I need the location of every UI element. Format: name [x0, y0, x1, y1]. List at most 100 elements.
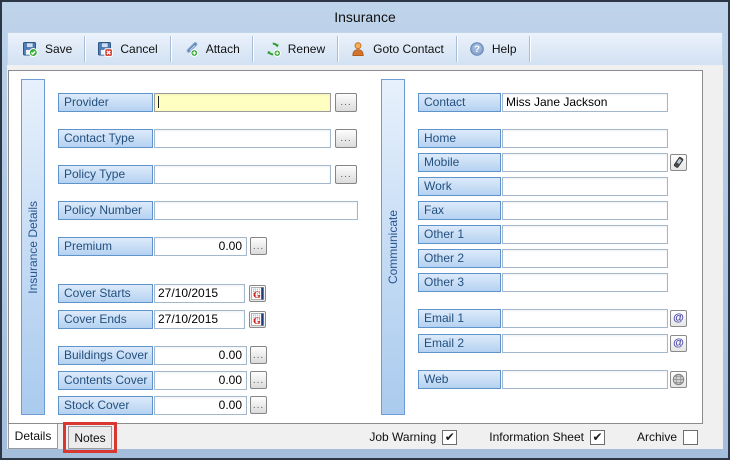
policy-type-input[interactable]: [154, 165, 331, 184]
insurance-details-group-tab: Insurance Details: [21, 79, 45, 415]
checkmark-icon: ✔: [444, 430, 455, 444]
renew-button[interactable]: Renew: [255, 35, 335, 63]
help-label: Help: [491, 42, 517, 56]
toolbar-separator: [169, 36, 171, 62]
mobile-dial-button[interactable]: [670, 154, 687, 171]
contact-label: Contact: [418, 93, 501, 112]
toolbar: Save Cancel Attach Renew Goto Contact ? …: [7, 32, 723, 66]
save-button[interactable]: Save: [12, 35, 82, 63]
cover-starts-calendar-button[interactable]: G: [249, 285, 266, 302]
policy-number-label: Policy Number: [58, 201, 153, 220]
titlebar: Insurance: [2, 2, 728, 32]
email1-send-button[interactable]: @: [670, 310, 687, 327]
policy-type-browse-button[interactable]: ...: [335, 165, 357, 184]
calendar-icon: G: [251, 287, 264, 300]
attach-button[interactable]: Attach: [173, 35, 250, 63]
provider-browse-button[interactable]: ...: [335, 93, 357, 112]
email2-send-button[interactable]: @: [670, 335, 687, 352]
footer-checkbox-row: Job Warning ✔ Information Sheet ✔ Archiv…: [369, 429, 698, 445]
policy-number-input[interactable]: [154, 201, 358, 220]
other2-label: Other 2: [418, 249, 501, 268]
home-label: Home: [418, 129, 501, 148]
premium-label: Premium: [58, 237, 153, 256]
email2-input[interactable]: [502, 334, 668, 353]
checkmark-icon: ✔: [592, 430, 603, 444]
policy-type-label: Policy Type: [58, 165, 153, 184]
toolbar-separator: [337, 36, 339, 62]
web-input[interactable]: [502, 370, 668, 389]
contact-input[interactable]: Miss Jane Jackson: [502, 93, 668, 112]
other3-label: Other 3: [418, 273, 501, 292]
job-warning-label: Job Warning: [369, 430, 437, 444]
help-question-icon: ?: [469, 41, 485, 57]
mobile-input[interactable]: [502, 153, 668, 172]
svg-text:G: G: [253, 317, 261, 326]
toolbar-separator: [528, 36, 530, 62]
contact-type-input[interactable]: [154, 129, 331, 148]
email1-input[interactable]: [502, 309, 668, 328]
other3-input[interactable]: [502, 273, 668, 292]
provider-input[interactable]: [154, 93, 331, 112]
cancel-button[interactable]: Cancel: [87, 35, 167, 63]
contents-cover-input[interactable]: 0.00: [154, 371, 247, 390]
other1-input[interactable]: [502, 225, 668, 244]
details-page-panel: Insurance Details Provider ... Contact T…: [8, 70, 703, 424]
communicate-group-title: Communicate: [386, 209, 400, 285]
cancel-label: Cancel: [120, 42, 158, 56]
email1-label: Email 1: [418, 309, 501, 328]
tab-notes-label: Notes: [74, 430, 106, 445]
cover-ends-calendar-button[interactable]: G: [249, 311, 266, 328]
fax-input[interactable]: [502, 201, 668, 220]
svg-text:?: ?: [474, 44, 480, 55]
save-label: Save: [45, 42, 73, 56]
buildings-cover-input[interactable]: 0.00: [154, 346, 247, 365]
contents-cover-label: Contents Cover: [58, 371, 153, 390]
cover-starts-label: Cover Starts: [58, 284, 153, 303]
at-icon: @: [673, 337, 684, 349]
mobile-phone-icon: [672, 156, 685, 169]
insurance-window: Insurance Save Cancel Attach Renew Goto …: [0, 0, 730, 460]
cover-ends-input[interactable]: 27/10/2015: [154, 310, 245, 329]
buildings-cover-label: Buildings Cover: [58, 346, 153, 365]
cover-starts-input[interactable]: 27/10/2015: [154, 284, 245, 303]
job-warning-checkbox[interactable]: ✔: [442, 429, 458, 445]
at-icon: @: [673, 312, 684, 324]
stock-cover-input[interactable]: 0.00: [154, 396, 247, 415]
archive-checkbox[interactable]: [683, 429, 698, 445]
renew-label: Renew: [287, 42, 326, 56]
attach-paperclip-icon: [183, 41, 199, 57]
contact-type-browse-button[interactable]: ...: [335, 129, 357, 148]
information-sheet-checkbox[interactable]: ✔: [589, 429, 605, 445]
tab-details[interactable]: Details: [8, 424, 58, 449]
tab-details-label: Details: [14, 429, 52, 443]
globe-icon: [672, 373, 685, 386]
tab-notes[interactable]: Notes: [68, 426, 112, 449]
premium-input[interactable]: 0.00: [154, 237, 247, 256]
form-area: Insurance Details Provider ... Contact T…: [7, 65, 723, 453]
calendar-icon: G: [251, 313, 264, 326]
information-sheet-label: Information Sheet: [489, 430, 584, 444]
attach-label: Attach: [205, 42, 240, 56]
person-icon: [350, 41, 366, 57]
toolbar-separator: [455, 36, 457, 62]
mobile-label: Mobile: [418, 153, 501, 172]
help-button[interactable]: ? Help: [459, 35, 527, 63]
communicate-group-tab: Communicate: [381, 79, 405, 415]
renew-icon: [265, 41, 281, 57]
contents-cover-browse-button[interactable]: ...: [250, 371, 267, 389]
stock-cover-browse-button[interactable]: ...: [250, 396, 267, 414]
home-input[interactable]: [502, 129, 668, 148]
goto-contact-button[interactable]: Goto Contact: [340, 35, 454, 63]
work-input[interactable]: [502, 177, 668, 196]
window-title: Insurance: [334, 9, 396, 25]
premium-browse-button[interactable]: ...: [250, 237, 267, 255]
text-caret: [158, 96, 159, 108]
provider-label: Provider: [58, 93, 153, 112]
cancel-icon: [97, 41, 114, 57]
web-open-button[interactable]: [670, 371, 687, 388]
other2-input[interactable]: [502, 249, 668, 268]
buildings-cover-browse-button[interactable]: ...: [250, 346, 267, 364]
window-chrome: Insurance Save Cancel Attach Renew Goto …: [2, 2, 728, 458]
other1-label: Other 1: [418, 225, 501, 244]
insurance-details-group-title: Insurance Details: [26, 200, 40, 294]
